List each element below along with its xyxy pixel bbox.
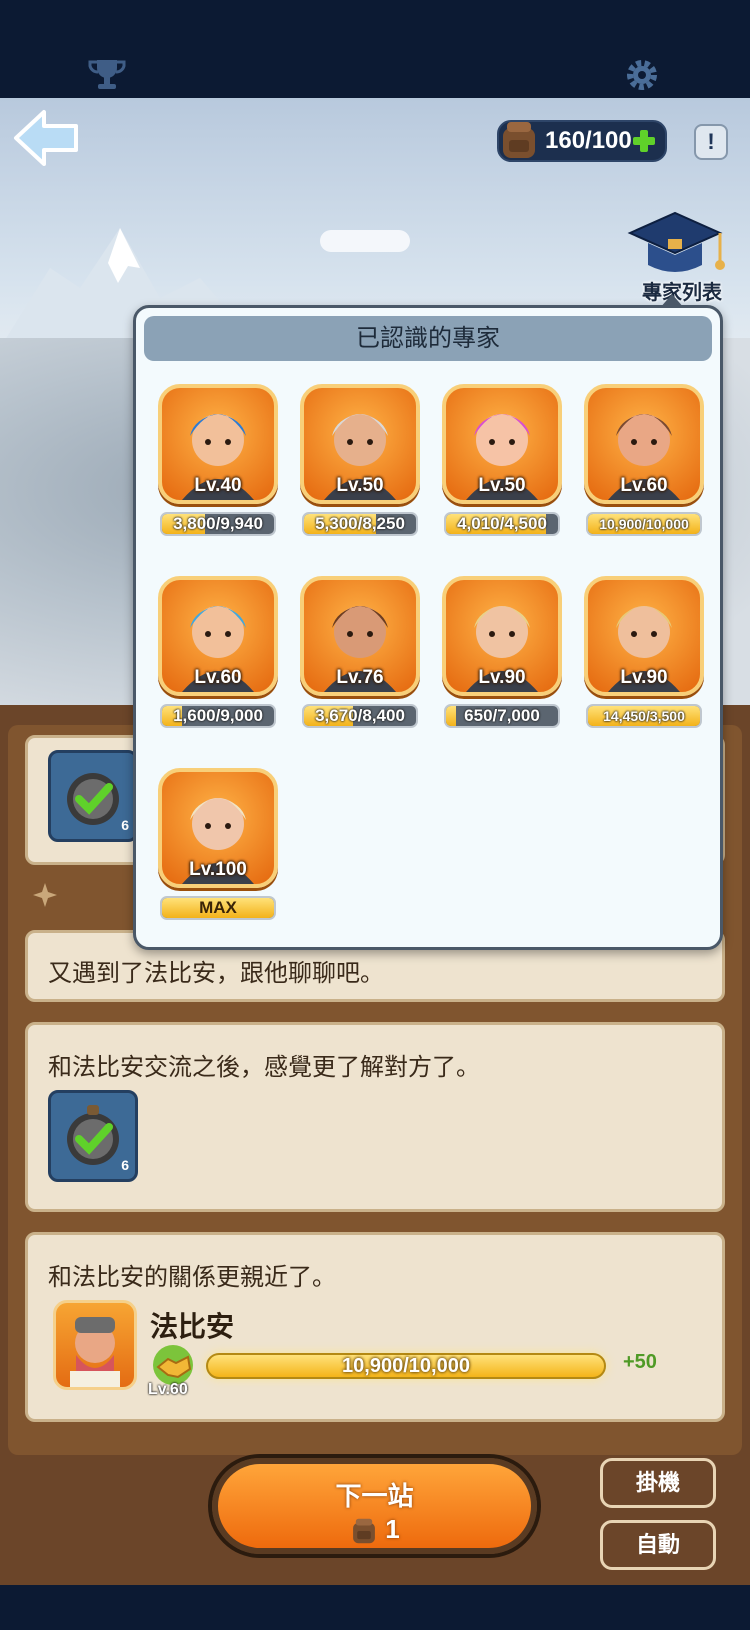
pocket-watch-check-badge: 6 (48, 750, 138, 842)
expert-card[interactable]: Lv.40 3,800/9,940 (158, 384, 278, 536)
popup-title: 已認識的專家 (144, 316, 712, 361)
expert-card[interactable]: Lv.90 650/7,000 (442, 576, 562, 728)
expert-xp-bar: 10,900/10,000 (586, 512, 702, 536)
auto-button[interactable]: 自動 (600, 1520, 716, 1570)
expert-xp-text: 14,450/3,500 (603, 708, 685, 724)
expert-xp-bar: 1,600/9,000 (160, 704, 276, 728)
bag-resource-counter: 160/100 (497, 120, 667, 162)
relation-gain: +50 (623, 1351, 657, 1373)
event-card-relationship: 和法比安的關係更親近了。 法比安 Lv.60 10,900/10,000 +50 (25, 1232, 725, 1422)
expert-xp-bar: 5,300/8,250 (302, 512, 418, 536)
expert-card[interactable]: Lv.90 14,450/3,500 (584, 576, 704, 728)
expert-level: Lv.50 (478, 475, 526, 496)
event-text-exchange: 和法比安交流之後，感覺更了解對方了。 (48, 1054, 480, 1081)
expert-xp-bar: 3,670/8,400 (302, 704, 418, 728)
settings-gear-icon[interactable] (622, 55, 662, 95)
backpack-icon (503, 122, 535, 158)
idle-button[interactable]: 掛機 (600, 1458, 716, 1508)
info-button[interactable]: ! (694, 124, 728, 160)
expert-xp-bar: 4,010/4,500 (444, 512, 560, 536)
add-plus-icon[interactable] (631, 128, 657, 154)
expert-card[interactable]: Lv.100 MAX (158, 768, 278, 920)
expert-xp-text: 3,670/8,400 (315, 706, 405, 725)
expert-xp-text: 650/7,000 (464, 706, 540, 725)
expert-card[interactable]: Lv.50 4,010/4,500 (442, 384, 562, 536)
cloud-image (320, 230, 410, 252)
fabian-avatar (53, 1300, 137, 1390)
bag-count: 160/100 (545, 127, 632, 154)
expert-xp-text: 5,300/8,250 (315, 514, 405, 533)
expert-xp-text: MAX (199, 898, 237, 917)
event-text-meet: 又遇到了法比安，跟他聊聊吧。 (48, 960, 384, 987)
event-card-exchange: 和法比安交流之後，感覺更了解對方了。 6 (25, 1022, 725, 1212)
expert-level: Lv.100 (189, 859, 247, 880)
pocket-watch-check-badge: 6 (48, 1090, 138, 1182)
expert-level: Lv.50 (336, 475, 384, 496)
expert-xp-text: 3,800/9,940 (173, 514, 263, 533)
expert-level: Lv.60 (620, 475, 668, 496)
expert-xp-text: 1,600/9,000 (173, 706, 263, 725)
expert-card[interactable]: Lv.50 5,300/8,250 (300, 384, 420, 536)
expert-level: Lv.90 (478, 667, 526, 688)
expert-xp-text: 10,900/10,000 (599, 516, 689, 532)
event-text-relationship: 和法比安的關係更親近了。 (48, 1264, 336, 1291)
expert-xp-bar: 3,800/9,940 (160, 512, 276, 536)
backpack-icon (353, 1518, 376, 1544)
expert-card[interactable]: Lv.60 10,900/10,000 (584, 384, 704, 536)
expert-xp-bar: 650/7,000 (444, 704, 560, 728)
back-arrow-icon[interactable] (12, 108, 80, 168)
expert-xp-bar: MAX (160, 896, 276, 920)
relation-level: Lv.60 (148, 1381, 188, 1398)
relation-name: 法比安 (150, 1311, 235, 1342)
expert-card[interactable]: Lv.60 1,600/9,000 (158, 576, 278, 728)
expert-card[interactable]: Lv.76 3,670/8,400 (300, 576, 420, 728)
bottom-bar (0, 1585, 750, 1630)
expert-level: Lv.60 (194, 667, 242, 688)
expert-xp-text: 4,010/4,500 (457, 514, 547, 533)
next-stop-cost: 1 (218, 1514, 531, 1546)
next-stop-button[interactable]: 下一站 1 (212, 1458, 537, 1554)
next-stop-label: 下一站 (335, 1481, 414, 1511)
expert-xp-bar: 14,450/3,500 (586, 704, 702, 728)
expert-level: Lv.90 (620, 667, 668, 688)
top-bar (0, 0, 750, 98)
expert-level: Lv.40 (194, 475, 242, 496)
expert-level: Lv.76 (336, 667, 384, 688)
trophy-icon[interactable] (87, 55, 127, 95)
relation-progress-bar: 10,900/10,000 (206, 1353, 606, 1379)
relation-progress-text: 10,900/10,000 (342, 1355, 470, 1377)
known-experts-popup: 已認識的專家 Lv.40 3,800/9,940 Lv.50 5,300/8,250 L… (133, 294, 723, 950)
